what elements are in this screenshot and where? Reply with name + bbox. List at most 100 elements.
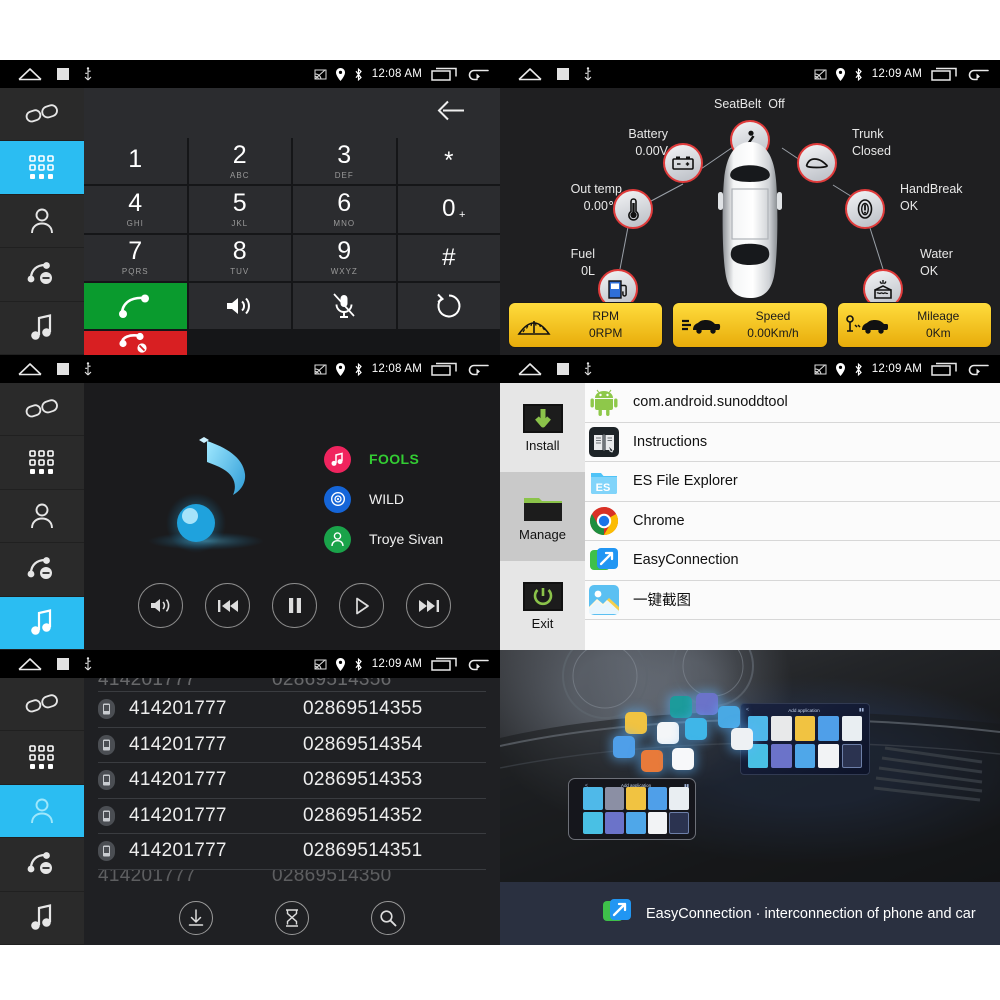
dialer-input-bar[interactable] [84, 88, 500, 138]
artist-person-icon [324, 525, 351, 553]
call-detail: 02869514355 [303, 698, 423, 720]
key-3[interactable]: 3 DEF [293, 138, 396, 185]
sidebar-item-link[interactable] [0, 678, 84, 732]
sidebar-item-call-history[interactable] [0, 838, 84, 892]
key-0[interactable]: 0 + [397, 186, 500, 233]
bluetooth-icon [354, 657, 363, 671]
back-icon[interactable] [466, 362, 490, 376]
key-4[interactable]: 4 GHI [84, 186, 187, 233]
key-hash[interactable]: # [397, 234, 500, 281]
home-icon[interactable] [17, 362, 43, 376]
manage-button[interactable]: Manage [500, 472, 585, 561]
home-icon[interactable] [517, 67, 543, 81]
end-call-button[interactable] [84, 331, 187, 355]
app-row-sunoddtool[interactable]: com.android.sunoddtool [585, 383, 1000, 423]
handbrake-icon[interactable] [845, 189, 885, 229]
next-button[interactable] [406, 583, 451, 628]
battery-icon[interactable] [663, 143, 703, 183]
sidebar-item-call-history[interactable] [0, 248, 84, 302]
table-row[interactable]: 414201777 02869514353 [98, 763, 486, 799]
speed-card[interactable]: Speed 0.00Km/h [672, 302, 828, 348]
sidebar-item-contacts[interactable] [0, 784, 84, 839]
sidebar-item-dialpad[interactable] [0, 731, 84, 785]
previous-button[interactable] [205, 583, 250, 628]
square-icon[interactable] [556, 67, 570, 81]
picture-icon [589, 584, 619, 615]
list-item-partial-top[interactable]: 414201777 02869514356 [98, 678, 486, 692]
pause-button[interactable] [272, 583, 317, 628]
app-row-instructions[interactable]: Instructions [585, 422, 1000, 462]
square-icon[interactable] [56, 362, 70, 376]
sidebar-item-contacts[interactable] [0, 195, 84, 249]
floating-app-icon [657, 722, 679, 744]
back-icon[interactable] [466, 67, 490, 81]
sidebar-item-link[interactable] [0, 383, 84, 437]
volume-button[interactable] [138, 583, 183, 628]
app-row-easyconnection[interactable]: EasyConnection [585, 541, 1000, 581]
app-row-chrome[interactable]: Chrome [585, 501, 1000, 541]
key-9[interactable]: 9 WXYZ [293, 234, 396, 281]
sidebar-item-music[interactable] [0, 892, 84, 945]
sidebar-item-music[interactable] [0, 596, 84, 650]
floating-app-icon [613, 736, 635, 758]
app-manager-content: Install Manage Exit com.android.sunoddto… [500, 383, 1000, 650]
recents-icon[interactable] [931, 67, 957, 81]
home-icon[interactable] [17, 67, 43, 81]
back-icon[interactable] [966, 362, 990, 376]
status-time: 12:09 AM [371, 658, 422, 670]
square-icon[interactable] [56, 67, 70, 81]
square-icon[interactable] [556, 362, 570, 376]
app-row-screenshot[interactable]: 一键截图 [585, 580, 1000, 620]
table-row[interactable]: 414201777 02869514352 [98, 799, 486, 834]
music-content: FOOLS WILD Troye Sivan [84, 383, 500, 650]
screenshot-root: 12:08 AM 1 2 ABC 3 DEF * 4 GHI 5 JKL 6 M… [0, 0, 1000, 1000]
app-row-es-file-explorer[interactable]: ES ES File Explorer [585, 462, 1000, 502]
sidebar-item-dialpad[interactable] [0, 141, 84, 195]
speed-label: Speed [755, 308, 791, 323]
key-5[interactable]: 5 JKL [188, 186, 291, 233]
call-detail: 02869514353 [303, 769, 423, 791]
floating-app-icon [696, 693, 718, 715]
backspace-icon[interactable] [432, 100, 468, 127]
sidebar-nav [0, 678, 84, 945]
search-button[interactable] [371, 901, 405, 935]
key-star[interactable]: * [397, 138, 500, 185]
home-icon[interactable] [17, 657, 43, 671]
exit-button[interactable]: Exit [500, 561, 585, 650]
key-8[interactable]: 8 TUV [188, 234, 291, 281]
back-icon[interactable] [966, 67, 990, 81]
sidebar-item-contacts[interactable] [0, 490, 84, 544]
home-icon[interactable] [517, 362, 543, 376]
speaker-button[interactable] [188, 282, 291, 329]
list-item-partial-bottom[interactable]: 414201777 02869514350 [98, 870, 486, 883]
sidebar-item-link[interactable] [0, 88, 84, 142]
recents-icon[interactable] [431, 657, 457, 671]
rpm-card[interactable]: RPM 0RPM [508, 302, 664, 348]
trunk-icon[interactable] [797, 143, 837, 183]
recents-icon[interactable] [431, 362, 457, 376]
promo-content: < Add application ▮▮ < Add application ▮… [500, 650, 1000, 945]
table-row[interactable]: 414201777 02869514354 [98, 728, 486, 763]
table-row[interactable]: 414201777 02869514355 [98, 692, 486, 728]
mileage-card[interactable]: Mileage 0Km [836, 302, 992, 348]
recents-icon[interactable] [931, 362, 957, 376]
sidebar-item-music[interactable] [0, 302, 84, 355]
table-row[interactable]: 414201777 02869514351 [98, 834, 486, 870]
sidebar-item-call-history[interactable] [0, 543, 84, 597]
delete-button[interactable] [275, 901, 309, 935]
square-icon[interactable] [56, 657, 70, 671]
call-button[interactable] [84, 282, 187, 329]
key-1[interactable]: 1 [84, 138, 187, 185]
play-button[interactable] [339, 583, 384, 628]
download-button[interactable] [179, 901, 213, 935]
switch-audio-button[interactable] [397, 282, 500, 329]
thermometer-icon[interactable] [613, 189, 653, 229]
key-7[interactable]: 7 PQRS [84, 234, 187, 281]
mute-mic-button[interactable] [293, 282, 396, 329]
back-icon[interactable] [466, 657, 490, 671]
key-6[interactable]: 6 MNO [293, 186, 396, 233]
install-button[interactable]: Install [500, 383, 585, 472]
recents-icon[interactable] [431, 67, 457, 81]
sidebar-item-dialpad[interactable] [0, 436, 84, 490]
key-2[interactable]: 2 ABC [188, 138, 291, 185]
